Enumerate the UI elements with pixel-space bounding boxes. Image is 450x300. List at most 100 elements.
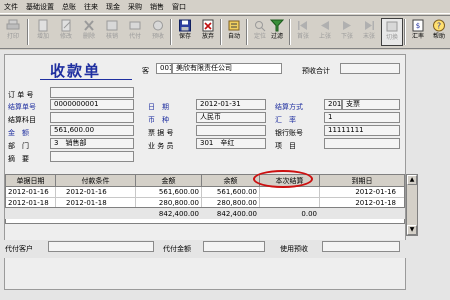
save-label: 保存 — [178, 33, 191, 40]
help-icon: ? — [433, 19, 445, 32]
amount-field[interactable]: 561,600.00 — [50, 125, 134, 136]
next-button[interactable]: 下张 — [336, 18, 358, 46]
first-button[interactable]: 首张 — [292, 18, 314, 46]
add-doc-icon — [38, 19, 48, 32]
edit-button[interactable]: 修改 — [55, 18, 77, 46]
help-label: 帮助 — [432, 33, 445, 40]
bill-no-label: 票 据 号 — [148, 129, 174, 137]
first-label: 首张 — [296, 33, 309, 40]
auto-label: 自动 — [227, 33, 240, 40]
header-due-date[interactable]: 到期日 — [320, 175, 404, 187]
verify-icon — [106, 20, 118, 31]
header-amount[interactable]: 金额 — [136, 175, 202, 187]
payment-button[interactable]: 代付 — [124, 18, 146, 46]
print-button[interactable]: 打印 — [2, 18, 24, 46]
header-balance[interactable]: 余额 — [202, 175, 260, 187]
help-button[interactable]: ? 帮助 — [428, 18, 450, 46]
currency-field[interactable]: 人民币 — [196, 112, 266, 123]
next-label: 下张 — [340, 33, 353, 40]
prepay-icon — [153, 20, 163, 31]
cell-amount: 561,600.00 — [136, 187, 202, 198]
grid-header: 单据日期 付款条件 金额 余额 本次结算 到期日 — [6, 175, 404, 187]
date-field[interactable]: 2012-01-31 — [196, 99, 266, 110]
menu-cash[interactable]: 现金 — [106, 0, 120, 14]
rate-icon: $ — [412, 19, 424, 32]
discard-button[interactable]: 放弃 — [197, 18, 219, 46]
prepay-total-field[interactable] — [340, 63, 400, 74]
menu-transactions[interactable]: 往来 — [84, 0, 98, 14]
customer-code-field[interactable]: 001 — [156, 63, 172, 74]
header-pay-terms[interactable]: 付款条件 — [56, 175, 136, 187]
bill-no-field[interactable] — [196, 125, 266, 136]
agent-amount-label: 代付金额 — [163, 245, 191, 253]
voucher-no-label: 结算单号 — [8, 103, 36, 111]
save-button[interactable]: 保存 — [174, 18, 196, 46]
project-field[interactable] — [324, 138, 400, 149]
agent-customer-field[interactable] — [48, 241, 154, 252]
bank-account-field[interactable]: 11111111 — [324, 125, 400, 136]
settle-subject-field[interactable] — [50, 112, 134, 123]
auto-button[interactable]: 自动 — [223, 18, 245, 46]
use-prepay-field[interactable] — [322, 241, 400, 252]
date-label: 日 期 — [148, 103, 169, 111]
switch-button[interactable]: 切换 — [381, 18, 403, 46]
next-icon — [343, 21, 351, 30]
menu-sales[interactable]: 销售 — [150, 0, 164, 14]
printer-icon — [6, 19, 20, 30]
cell-bill-date: 2012-01-16 — [8, 187, 56, 198]
auto-icon — [228, 20, 240, 31]
salesman-field[interactable]: 301 辛红 — [196, 138, 266, 149]
discard-label: 放弃 — [201, 33, 214, 40]
prepay-total-label: 预收合计 — [302, 67, 330, 75]
total-balance: 842,400.00 — [216, 210, 257, 218]
verify-label: 核销 — [105, 33, 118, 40]
prepay-label: 预收 — [151, 33, 164, 40]
total-current-settle: 0.00 — [301, 210, 317, 218]
add-button[interactable]: 增加 — [32, 18, 54, 46]
save-icon — [179, 19, 191, 32]
dept-field[interactable]: 3 销售部 — [50, 138, 134, 149]
page-title: 收款单 — [50, 62, 102, 80]
order-no-field[interactable] — [50, 87, 134, 98]
voucher-no-field[interactable]: 0000000001 — [50, 99, 134, 110]
filter-icon — [270, 19, 284, 32]
toolbar: 打印 增加 修改 删除 核销 代付 预收 保存 放弃 自动 定位 过滤 首张 上… — [0, 15, 450, 49]
scroll-up-arrow-icon[interactable]: ▲ — [407, 175, 417, 185]
cell-balance: 561,600.00 — [202, 187, 260, 198]
menu-window[interactable]: 窗口 — [172, 0, 186, 14]
table-row[interactable]: 2012-01-16 2012-01-16 561,600.00 561,600… — [6, 187, 404, 198]
prepay-button[interactable]: 预收 — [147, 18, 169, 46]
grid-vertical-scrollbar[interactable]: ▲ ▼ — [406, 174, 418, 236]
prev-button[interactable]: 上张 — [314, 18, 336, 46]
filter-button[interactable]: 过滤 — [266, 18, 288, 46]
delete-icon — [84, 20, 94, 31]
dept-label: 部 门 — [8, 142, 29, 150]
cell-pay-terms: 2012-01-16 — [66, 187, 136, 198]
verify-button[interactable]: 核销 — [101, 18, 123, 46]
filter-label: 过滤 — [270, 33, 283, 40]
project-label: 项 目 — [275, 142, 296, 150]
agent-amount-field[interactable] — [203, 241, 265, 252]
settle-method-name-field[interactable]: 支票 — [342, 99, 400, 110]
rate-field[interactable]: 1 — [324, 112, 400, 123]
last-icon — [365, 21, 374, 30]
locate-icon — [255, 21, 266, 32]
edit-label: 修改 — [59, 33, 72, 40]
salesman-label: 业 务 员 — [148, 142, 174, 150]
menu-basic-settings[interactable]: 基础设置 — [26, 0, 54, 14]
customer-name-field[interactable]: 美欣有限责任公司 — [172, 63, 282, 74]
total-amount: 842,400.00 — [158, 210, 199, 218]
last-button[interactable]: 末张 — [358, 18, 380, 46]
amount-label: 金 额 — [8, 129, 29, 137]
menu-file[interactable]: 文件 — [4, 0, 18, 14]
delete-button[interactable]: 删除 — [78, 18, 100, 46]
payment-icon — [129, 21, 141, 30]
header-bill-date[interactable]: 单据日期 — [6, 175, 56, 187]
cell-current-settle[interactable] — [260, 187, 320, 198]
menu-purchase[interactable]: 采购 — [128, 0, 142, 14]
scroll-down-arrow-icon[interactable]: ▼ — [407, 225, 417, 235]
summary-field[interactable] — [50, 151, 134, 162]
settle-method-code-field[interactable]: 201 — [324, 99, 342, 110]
menu-ledger[interactable]: 总账 — [62, 0, 76, 14]
rate-button[interactable]: $ 汇率 — [407, 18, 429, 46]
